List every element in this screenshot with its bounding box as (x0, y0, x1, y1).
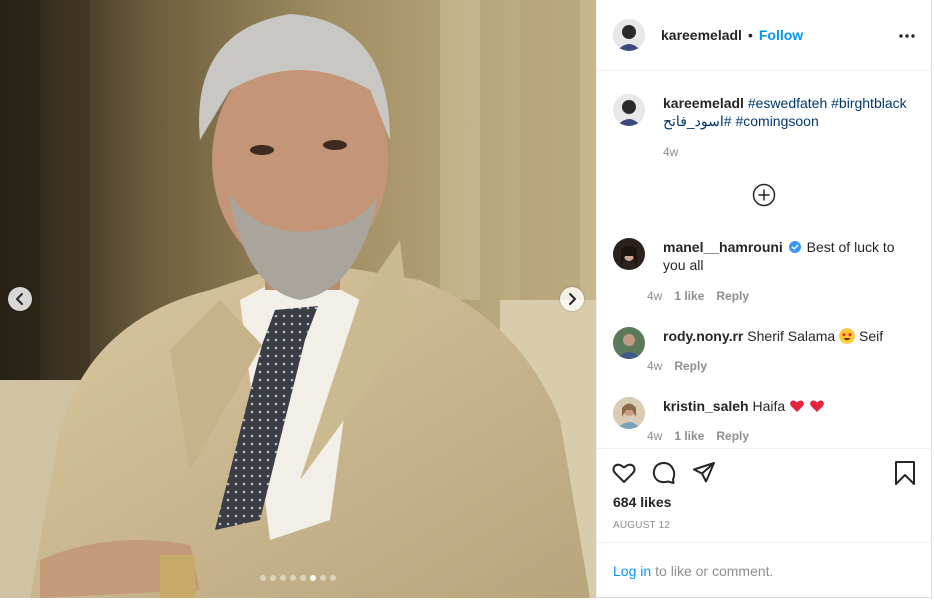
login-link[interactable]: Log in (613, 563, 651, 579)
carousel-dot (270, 575, 276, 581)
header-separator: • (747, 27, 753, 43)
profile-photo (613, 238, 645, 270)
post-caption: kareemeladl #eswedfateh #birghtblack #اس… (613, 94, 923, 130)
chevron-right-icon (569, 293, 576, 305)
reply-button[interactable]: Reply (716, 289, 749, 303)
carousel-dot (290, 575, 296, 581)
avatar[interactable] (613, 94, 645, 126)
verified-badge-icon (788, 241, 801, 253)
caption-time[interactable]: 4w (663, 145, 678, 159)
comment-body: Haifa (752, 398, 786, 414)
comments-section[interactable]: kareemeladl #eswedfateh #birghtblack #اس… (597, 72, 932, 448)
caption-text: kareemeladl #eswedfateh #birghtblack #اس… (663, 94, 918, 130)
hashtag-link[interactable]: #eswedfateh (748, 95, 827, 111)
avatar[interactable] (613, 19, 645, 51)
reply-button[interactable]: Reply (674, 359, 707, 373)
comment-text: rody.nony.rr Sherif Salama Seif (663, 327, 913, 359)
hashtag-link[interactable]: #اسود_فاتح (663, 113, 732, 129)
comment-item: manel__hamrouni Best of luck to you all (613, 238, 923, 274)
chevron-left-icon (16, 293, 23, 305)
likes-count[interactable]: 684 likes (613, 494, 671, 510)
comment-likes[interactable]: 1 like (674, 289, 704, 303)
share-icon[interactable] (691, 460, 717, 486)
comment-meta: 4w Reply (647, 359, 707, 373)
comment-username[interactable]: manel__hamrouni (663, 239, 783, 255)
comment-username[interactable]: kristin_saleh (663, 398, 749, 414)
carousel-dot (330, 575, 336, 581)
post-photo (0, 0, 596, 598)
comment-icon[interactable] (651, 460, 677, 486)
hashtag-link[interactable]: #birghtblack (831, 95, 907, 111)
comment-time[interactable]: 4w (647, 289, 662, 303)
header-username[interactable]: kareemeladl (661, 27, 742, 43)
avatar[interactable] (613, 327, 645, 359)
carousel-dot (310, 575, 316, 581)
carousel-dot (280, 575, 286, 581)
carousel-dot (260, 575, 266, 581)
carousel-indicator (0, 575, 596, 581)
load-more-comments-icon[interactable] (752, 183, 776, 207)
comment-meta: 4w 1 like Reply (647, 429, 749, 443)
comment-text: kristin_saleh Haifa (663, 397, 913, 429)
heart-icon[interactable] (611, 460, 637, 486)
avatar[interactable] (613, 397, 645, 429)
comment-body-end: Seif (859, 328, 884, 344)
comment-item: rody.nony.rr Sherif Salama Seif (613, 327, 923, 359)
comment-likes[interactable]: 1 like (674, 429, 704, 443)
profile-photo (613, 19, 645, 51)
more-options-icon[interactable] (898, 27, 916, 45)
reply-button[interactable]: Reply (716, 429, 749, 443)
next-slide-button[interactable] (560, 287, 584, 311)
post-header: kareemeladl • Follow (597, 0, 932, 71)
login-prompt: Log in to like or comment. (597, 542, 932, 599)
post-date[interactable]: AUGUST 12 (613, 520, 670, 531)
comment-time[interactable]: 4w (647, 429, 662, 443)
post-actions: 684 likes AUGUST 12 Log in to like or co… (597, 448, 932, 598)
carousel-dot (300, 575, 306, 581)
caption-username[interactable]: kareemeladl (663, 95, 744, 111)
profile-photo (613, 397, 645, 429)
profile-photo (613, 327, 645, 359)
comment-time[interactable]: 4w (647, 359, 662, 373)
post-media[interactable] (0, 0, 596, 598)
comment-username[interactable]: rody.nony.rr (663, 328, 743, 344)
bookmark-icon[interactable] (892, 460, 918, 486)
comment-meta: 4w 1 like Reply (647, 289, 749, 303)
comment-body: Sherif Salama (747, 328, 836, 344)
red-heart-icon (790, 400, 804, 412)
avatar[interactable] (613, 238, 645, 270)
red-heart-icon (810, 400, 824, 412)
star-struck-emoji-icon (839, 328, 855, 344)
previous-slide-button[interactable] (8, 287, 32, 311)
hashtag-link[interactable]: #comingsoon (735, 113, 818, 129)
comment-text: manel__hamrouni Best of luck to you all (663, 238, 913, 274)
post-side-panel: kareemeladl • Follow kareemeladl #eswedf… (596, 0, 932, 598)
follow-button[interactable]: Follow (759, 27, 803, 43)
login-prompt-text: to like or comment. (655, 563, 774, 579)
comment-item: kristin_saleh Haifa (613, 397, 923, 429)
profile-photo (613, 94, 645, 126)
carousel-dot (320, 575, 326, 581)
